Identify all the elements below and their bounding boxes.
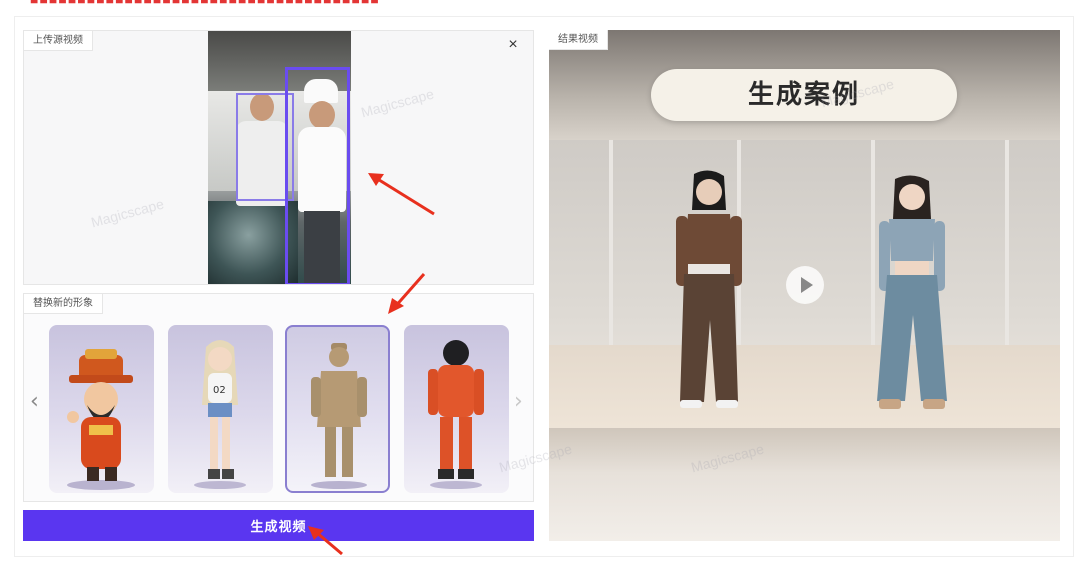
result-panel-tag: 结果视频 bbox=[549, 30, 608, 50]
top-caption-strip: ■■■■■■■■■■■■■■■■■■■■■■■■■■■■■■■■■■■■■ bbox=[0, 0, 1080, 12]
terracotta-warrior-figure bbox=[311, 343, 367, 489]
top-caption-clip: ■■■■■■■■■■■■■■■■■■■■■■■■■■■■■■■■■■■■■ bbox=[30, 0, 380, 7]
model-woman-left bbox=[676, 170, 742, 408]
detection-box-selected[interactable] bbox=[285, 67, 350, 284]
upload-source-video-panel[interactable]: 上传源视频 × bbox=[23, 30, 534, 285]
play-icon[interactable] bbox=[786, 266, 824, 304]
svg-text:02: 02 bbox=[213, 385, 226, 396]
annotation-arrow-video bbox=[368, 173, 435, 216]
fortune-god-figure bbox=[67, 349, 135, 490]
avatar-card-astronaut[interactable] bbox=[404, 325, 509, 493]
avatar-card-fortune-god[interactable] bbox=[49, 325, 154, 493]
generate-video-button[interactable]: 生成视频 bbox=[23, 510, 534, 541]
swap-panel-tag: 替换新的形象 bbox=[24, 294, 103, 314]
astronaut-figure bbox=[428, 340, 484, 489]
result-video-panel[interactable]: 生成案例 bbox=[549, 30, 1060, 541]
window-frame bbox=[609, 140, 613, 355]
avatar-card-terracotta-warrior[interactable] bbox=[285, 325, 390, 493]
avatar-card-anime-girl[interactable]: 02 bbox=[168, 325, 273, 493]
close-icon[interactable]: × bbox=[505, 37, 521, 53]
annotation-arrow-generate bbox=[308, 526, 343, 556]
upload-panel-tag: 上传源视频 bbox=[24, 31, 93, 51]
chevron-left-icon[interactable]: ‹ bbox=[30, 389, 39, 414]
window-frame bbox=[1005, 140, 1009, 355]
chevron-right-icon[interactable]: › bbox=[514, 389, 523, 414]
result-video-bottom bbox=[549, 428, 1060, 541]
model-woman-right bbox=[877, 175, 947, 409]
result-banner: 生成案例 bbox=[651, 69, 957, 121]
replace-avatar-panel: 替换新的形象 ‹ 02 › bbox=[23, 293, 534, 502]
studio-floor bbox=[549, 345, 1060, 435]
anime-girl-figure: 02 bbox=[194, 340, 246, 489]
annotation-arrow-avatar bbox=[388, 273, 426, 314]
